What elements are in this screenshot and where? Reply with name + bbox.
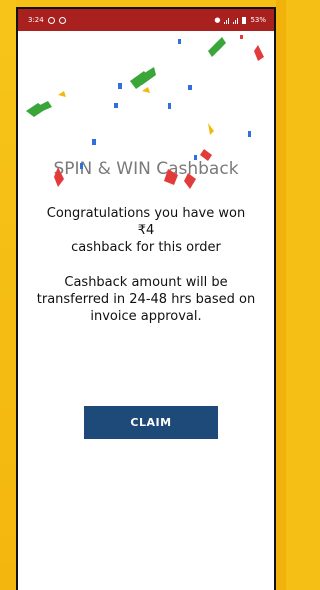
cashback-amount: ₹4: [137, 223, 155, 238]
status-bar: 3:24 ● 53%: [18, 9, 274, 31]
note-line-2: transferred in 24-48 hrs based on: [36, 292, 256, 307]
note-line-1: Cashback amount will be: [64, 275, 228, 290]
phone-frame: 3:24 ● 53% SPIN & WIN Cashback Congratul…: [16, 7, 276, 590]
signal-icon: [224, 17, 230, 24]
status-left: 3:24: [28, 16, 66, 24]
status-right: ● 53%: [214, 16, 266, 24]
win-message: Congratulations you have won ₹4 cashback…: [18, 205, 274, 325]
battery-icon: [242, 16, 247, 24]
confetti-overlay-icon: [54, 163, 196, 189]
cashback-text: cashback for this order: [71, 240, 221, 255]
battery-percent: 53%: [250, 16, 266, 24]
confetti-overlay: [54, 163, 196, 189]
signal-icon-2: [233, 17, 239, 24]
yellow-frame-left: [0, 0, 16, 590]
status-time: 3:24: [28, 16, 44, 24]
confetti-icon: [26, 35, 264, 161]
yellow-frame-right: [276, 0, 286, 590]
notification-icon: [58, 16, 66, 24]
note-line-3: invoice approval.: [90, 309, 202, 324]
whatsapp-icon: [47, 16, 55, 24]
claim-button[interactable]: CLAIM: [84, 406, 218, 439]
app-screen: 3:24 ● 53% SPIN & WIN Cashback Congratul…: [18, 9, 274, 590]
location-icon: ●: [214, 16, 221, 24]
